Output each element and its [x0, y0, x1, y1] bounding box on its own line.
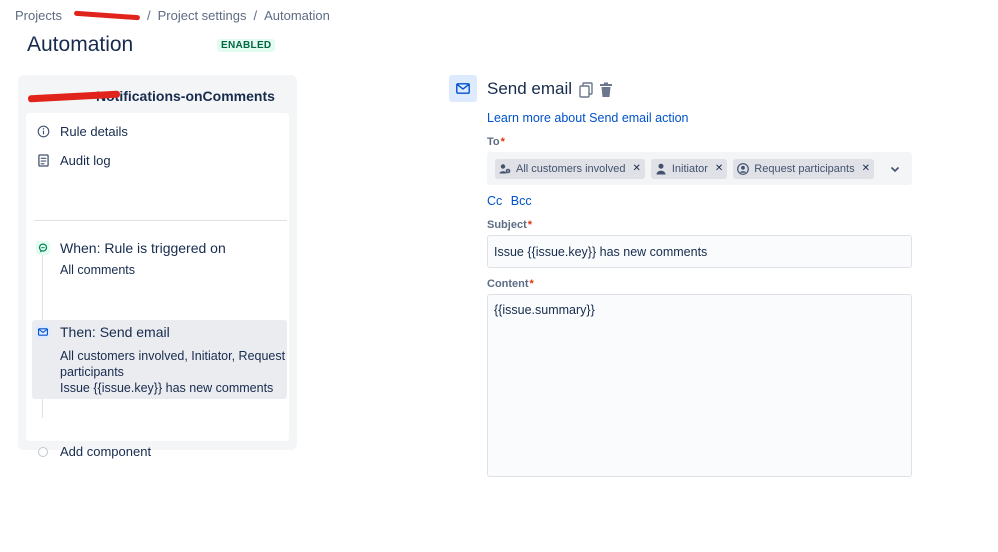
- action-recipients: All customers involved, Initiator, Reque…: [60, 349, 286, 379]
- editor-title: Send email: [487, 79, 573, 98]
- subject-input[interactable]: Issue {{issue.key}} has new comments: [487, 235, 912, 268]
- email-icon: [36, 325, 50, 339]
- nav-rule-details[interactable]: Rule details: [36, 124, 128, 139]
- recipient-label: Initiator: [671, 162, 708, 175]
- people-icon: [499, 163, 511, 175]
- nav-rule-details-label: Rule details: [60, 124, 128, 139]
- status-badge: ENABLED: [217, 39, 276, 52]
- page-title: Automation: [27, 33, 134, 56]
- action-subject: Issue {{issue.key}} has new comments: [60, 381, 274, 395]
- breadcrumb-separator: /: [253, 8, 258, 23]
- cc-bcc-links: Cc Bcc: [487, 194, 537, 208]
- rule-components-list: Rule details Audit log When: Rule is tri…: [26, 113, 289, 459]
- rule-name: Notifications-onComments: [96, 88, 275, 104]
- trash-icon[interactable]: [599, 82, 613, 98]
- cc-link[interactable]: Cc: [487, 194, 502, 208]
- add-component-label: Add component: [60, 444, 152, 459]
- recipient-chip: Initiator ✕: [650, 158, 728, 179]
- breadcrumb-projects[interactable]: Projects: [15, 8, 62, 23]
- to-label: To*: [487, 136, 505, 148]
- trigger-title: When: Rule is triggered on: [60, 240, 226, 256]
- learn-more-link[interactable]: Learn more about Send email action: [487, 111, 689, 125]
- bcc-link[interactable]: Bcc: [511, 194, 532, 208]
- breadcrumb-automation[interactable]: Automation: [264, 8, 330, 23]
- person-icon: [655, 163, 667, 175]
- redacted-project-name: [73, 10, 141, 21]
- content-textarea[interactable]: {{issue.summary}}: [487, 294, 912, 477]
- remove-recipient-icon[interactable]: ✕: [715, 163, 723, 174]
- breadcrumb: Projects / Project settings / Automation: [15, 8, 330, 23]
- rule-name-row: Notifications-onComments: [27, 88, 275, 104]
- divider: [34, 220, 287, 221]
- add-component-button[interactable]: Add component: [36, 444, 151, 459]
- recipient-label: All customers involved: [516, 162, 626, 175]
- recipient-chip: Request participants ✕: [733, 158, 874, 179]
- user-circle-icon: [737, 162, 750, 175]
- email-icon: [449, 75, 477, 102]
- document-icon: [36, 154, 50, 168]
- subject-label: Subject*: [487, 219, 533, 231]
- trigger-step[interactable]: When: Rule is triggered on All comments: [36, 240, 287, 278]
- add-component-node-icon: [38, 446, 48, 457]
- nav-audit-log[interactable]: Audit log: [36, 153, 111, 168]
- rule-panel: Notifications-onComments Rule details Au…: [18, 75, 297, 459]
- remove-recipient-icon[interactable]: ✕: [862, 163, 870, 174]
- content-label: Content*: [487, 278, 534, 290]
- chevron-down-icon[interactable]: [889, 162, 901, 174]
- recipient-label: Request participants: [754, 162, 855, 175]
- nav-audit-log-label: Audit log: [60, 153, 111, 168]
- info-icon: [36, 125, 50, 139]
- action-title: Then: Send email: [60, 324, 170, 340]
- to-recipients-select[interactable]: All customers involved ✕ Initiator ✕ Req…: [487, 152, 912, 185]
- breadcrumb-separator: /: [146, 8, 151, 23]
- recipient-chip: All customers involved ✕: [495, 158, 645, 179]
- copy-icon[interactable]: [579, 82, 593, 98]
- remove-recipient-icon[interactable]: ✕: [632, 163, 640, 174]
- action-step-selected[interactable]: Then: Send email All customers involved,…: [32, 320, 287, 399]
- comment-icon: [36, 241, 50, 255]
- trigger-description: All comments: [60, 263, 136, 277]
- breadcrumb-project-settings[interactable]: Project settings: [158, 8, 247, 23]
